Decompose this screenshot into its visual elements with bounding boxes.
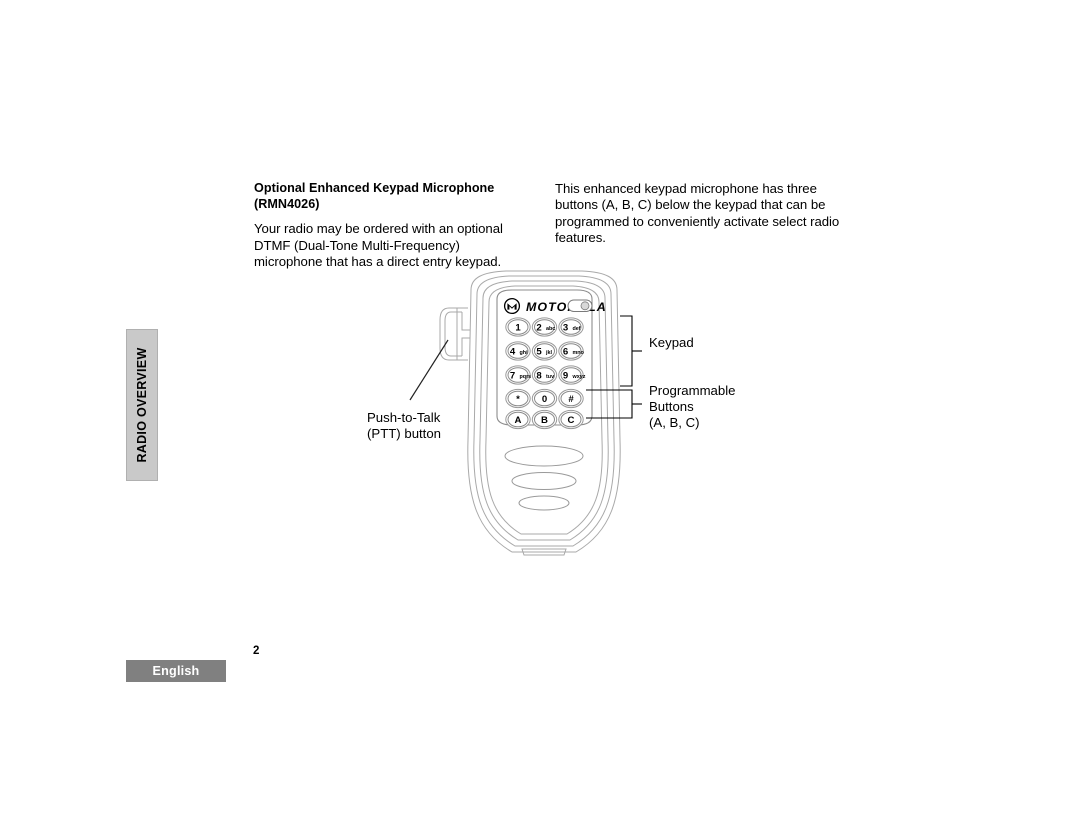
keypad-key-7[interactable]: 7 pqrs: [505, 365, 532, 385]
ptt-leader-line: [409, 339, 449, 401]
keypad-key-digit: #: [568, 394, 574, 405]
keypad-key-4[interactable]: 4 ghi: [505, 341, 531, 361]
page-title: Optional Enhanced Keypad Microphone (RMN…: [254, 181, 495, 212]
keypad-key-digit: 7: [510, 371, 515, 382]
keypad-key-digit: 2: [536, 323, 541, 334]
keypad-key-1[interactable]: 1: [505, 317, 531, 337]
right-text-column: This enhanced keypad microphone has thre…: [555, 181, 845, 247]
sidebar-chapter-tab: RADIO OVERVIEW: [126, 329, 158, 481]
keypad-key-8[interactable]: 8 tuv: [531, 365, 558, 385]
keypad-key-digit: B: [541, 415, 548, 426]
keypad-key-digit: 8: [536, 371, 542, 382]
keypad-key-digit: 0: [542, 394, 547, 405]
speaker-slot: [511, 472, 577, 490]
page-number: 2: [253, 645, 260, 657]
keypad-key-letters: jkl: [545, 350, 552, 356]
keypad-key-digit: C: [568, 415, 575, 426]
keypad-key-digit: 6: [563, 347, 568, 358]
keypad-key-B[interactable]: B: [531, 409, 558, 430]
keypad-key-A[interactable]: A: [505, 409, 531, 430]
keypad-key-letters: tuv: [546, 374, 554, 380]
keypad-key-digit: 5: [536, 347, 542, 358]
keypad-key-digit: 3: [563, 323, 568, 334]
right-paragraph: This enhanced keypad microphone has thre…: [555, 181, 840, 246]
keypad-key-digit: A: [515, 415, 522, 426]
speaker-slot: [504, 445, 584, 467]
led-indicator: [567, 299, 593, 312]
motorola-batwing-icon: [503, 297, 521, 315]
keypad-key-digit: 1: [515, 323, 521, 334]
keypad-key-digit: 9: [563, 371, 568, 382]
keypad-key-2[interactable]: 2 abc: [531, 317, 558, 337]
keypad-key-letters: wxyz: [572, 374, 586, 380]
sidebar-chapter-tab-label: RADIO OVERVIEW: [135, 347, 149, 463]
speaker-grille: [504, 445, 584, 511]
keypad-key-5[interactable]: 5 jkl: [531, 341, 558, 361]
keypad-bracket: [620, 315, 642, 387]
callout-label-keypad: Keypad: [649, 335, 694, 350]
language-badge: English: [126, 660, 226, 682]
speaker-slot: [518, 495, 570, 511]
keypad-key-0[interactable]: 0: [531, 388, 558, 409]
keypad-key-letters: ghi: [520, 350, 529, 356]
keypad-key-C[interactable]: C: [558, 409, 584, 430]
keypad-key-letters: pqrs: [520, 374, 532, 380]
keypad-key-digit: 4: [510, 347, 516, 358]
left-text-column: Optional Enhanced Keypad Microphone (RMN…: [254, 180, 524, 271]
keypad-key-letters: mno: [573, 350, 585, 356]
keypad-key-letters: abc: [546, 326, 555, 332]
keypad-key-hash[interactable]: #: [558, 388, 584, 409]
keypad-key-6[interactable]: 6 mno: [558, 341, 585, 361]
brand-row: MOTOROLA: [503, 297, 607, 315]
ptt-button[interactable]: [439, 307, 470, 361]
keypad-key-3[interactable]: 3 def: [558, 317, 584, 337]
keypad-key-9[interactable]: 9 wxyz: [558, 365, 586, 385]
callout-label-programmable-buttons: Programmable Buttons (A, B, C): [649, 383, 736, 430]
callout-label-ptt: Push-to-Talk (PTT) button: [367, 410, 442, 441]
keypad-key-letters: def: [573, 326, 581, 332]
language-badge-label: English: [152, 664, 200, 678]
keypad[interactable]: 1 2 abc 3 def4 ghi 5 jkl 6 mno7 pqrs 8 tuv 9 wxyz* 0 #A B…: [505, 317, 586, 430]
keypad-key-star[interactable]: *: [505, 388, 531, 409]
left-paragraph: Your radio may be ordered with an option…: [254, 221, 503, 270]
brand-wordmark: MOTOROLA: [526, 300, 607, 314]
keypad-key-digit: *: [516, 394, 520, 405]
programmable-buttons-bracket: [586, 389, 642, 419]
